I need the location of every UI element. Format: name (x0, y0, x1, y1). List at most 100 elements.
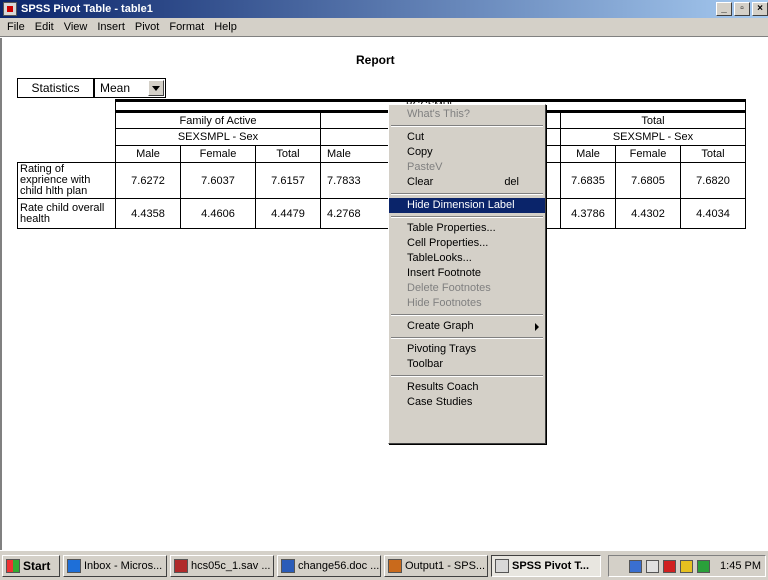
clock: 1:45 PM (720, 560, 761, 572)
network-icon[interactable] (629, 559, 643, 573)
taskbar-item-inbox[interactable]: Inbox - Micros... (63, 554, 167, 577)
table-row: Rating of exprience with child hlth plan… (17, 162, 746, 199)
menu-bar: File Edit View Insert Pivot Format Help (0, 18, 768, 37)
menu-item-create-graph[interactable]: Create Graph (389, 319, 545, 334)
table-cell[interactable]: 7.6157 (255, 162, 321, 199)
taskbar-item-pivot[interactable]: SPSS Pivot T... (491, 554, 601, 577)
col-label[interactable]: Male (560, 145, 616, 163)
table-cell[interactable]: 4.4479 (255, 198, 321, 229)
antivirus-icon[interactable] (663, 559, 677, 573)
cell-text: 7.7833 (327, 174, 361, 187)
spss-output-icon (388, 558, 402, 573)
menu-item-copy[interactable]: Copy (389, 145, 545, 160)
report-title: Report (356, 53, 395, 67)
taskbar-item-doc[interactable]: change56.doc ... (277, 554, 381, 577)
table-cell[interactable]: 7.6820 (680, 162, 746, 199)
word-icon (281, 558, 295, 573)
top-header-row: BGCSMPL (17, 99, 746, 113)
col-label[interactable]: Total (255, 145, 321, 163)
menu-separator (389, 334, 545, 342)
menu-separator (389, 190, 545, 198)
sub-header-row: SEXSMPL - Sex S SEXSMPL - Sex (17, 128, 746, 146)
taskbar-item-label: Output1 - SPS... (405, 559, 486, 572)
title-bar: SPSS Pivot Table - table1 _ ▫ × (0, 0, 768, 18)
maximize-button[interactable]: ▫ (734, 2, 750, 16)
table-cell[interactable]: 4.4034 (680, 198, 746, 229)
volume-icon[interactable] (646, 559, 660, 573)
taskbar-item-sav[interactable]: hcs05c_1.sav ... (170, 554, 274, 577)
windows-logo-icon (6, 558, 20, 573)
outlook-icon (67, 558, 81, 573)
col-label[interactable]: Male (115, 145, 181, 163)
system-tray: 1:45 PM (608, 555, 766, 577)
table-cell[interactable]: 4.3786 (560, 198, 616, 229)
menu-item-hide-footnotes[interactable]: Hide Footnotes (389, 296, 545, 311)
menu-item-whats-this[interactable]: What's This? (389, 107, 545, 122)
group-header-family[interactable]: Family of Active (115, 111, 321, 129)
menu-item-delete-footnotes[interactable]: Delete Footnotes (389, 281, 545, 296)
menu-item-table-properties[interactable]: Table Properties... (389, 221, 545, 236)
start-button[interactable]: Start (2, 554, 60, 577)
layer-value: Mean (100, 81, 131, 95)
menu-help[interactable]: Help (209, 21, 242, 33)
table-cell[interactable]: 4.4358 (115, 198, 181, 229)
menu-format[interactable]: Format (164, 21, 209, 33)
menu-item-insert-footnote[interactable]: Insert Footnote (389, 266, 545, 281)
col-label[interactable]: Total (680, 145, 746, 163)
menu-item-case-studies[interactable]: Case Studies (389, 395, 545, 410)
menu-item-clear[interactable]: Clear del (389, 175, 545, 190)
table-cell[interactable]: 7.6805 (615, 162, 681, 199)
pivot-table: BGCSMPL Family of Active Re Total SEXSMP… (17, 99, 746, 229)
menu-item-cell-properties[interactable]: Cell Properties... (389, 236, 545, 251)
row-label[interactable]: Rating of exprience with child hlth plan (17, 162, 116, 199)
table-cell[interactable]: 4.4606 (180, 198, 256, 229)
clear-label: Clear (407, 176, 434, 188)
clear-shortcut: del (504, 176, 519, 188)
menu-item-pastev[interactable]: PasteV (389, 160, 545, 175)
taskbar-item-label: hcs05c_1.sav ... (191, 559, 271, 572)
menu-item-tablelooks[interactable]: TableLooks... (389, 251, 545, 266)
table-cell[interactable]: 7.6272 (115, 162, 181, 199)
menu-separator (389, 372, 545, 380)
col-label-text: Male (327, 148, 351, 160)
window-controls: _ ▫ × (716, 2, 768, 16)
create-graph-label: Create Graph (407, 320, 474, 332)
layer-label-statistics: Statistics (17, 78, 94, 98)
taskbar-item-label: SPSS Pivot T... (512, 559, 590, 572)
window-title: SPSS Pivot Table - table1 (21, 3, 153, 15)
menu-separator (389, 122, 545, 130)
taskbar-item-output[interactable]: Output1 - SPS... (384, 554, 488, 577)
menu-item-results-coach[interactable]: Results Coach (389, 380, 545, 395)
menu-file[interactable]: File (2, 21, 30, 33)
spss-data-icon (174, 558, 188, 573)
minimize-button[interactable]: _ (716, 2, 732, 16)
spss-app-icon (3, 2, 17, 16)
table-cell[interactable]: 4.4302 (615, 198, 681, 229)
close-button[interactable]: × (752, 2, 768, 16)
submenu-arrow-icon (535, 323, 539, 331)
col-label[interactable]: Female (180, 145, 256, 163)
menu-item-pivoting-trays[interactable]: Pivoting Trays (389, 342, 545, 357)
sub-header-sex-3[interactable]: SEXSMPL - Sex (560, 128, 746, 146)
menu-item-hide-dimension-label[interactable]: Hide Dimension Label (389, 198, 545, 213)
display-icon[interactable] (697, 559, 711, 573)
taskbar-item-label: Inbox - Micros... (84, 559, 163, 572)
tray-app-icon[interactable] (680, 559, 694, 573)
menu-pivot[interactable]: Pivot (130, 21, 164, 33)
column-label-row: Male Female Total Male Male Female Total (17, 145, 746, 163)
context-menu: What's This? Cut Copy PasteV Clear del Hi… (388, 104, 546, 444)
row-label[interactable]: Rate child overall health (17, 198, 116, 229)
menu-item-cut[interactable]: Cut (389, 130, 545, 145)
sub-header-sex-1[interactable]: SEXSMPL - Sex (115, 128, 321, 146)
table-cell[interactable]: 7.6037 (180, 162, 256, 199)
menu-insert[interactable]: Insert (92, 21, 130, 33)
menu-item-toolbar[interactable]: Toolbar (389, 357, 545, 372)
group-header-total[interactable]: Total (560, 111, 746, 129)
menu-separator (389, 311, 545, 319)
group-header-row: Family of Active Re Total (17, 111, 746, 129)
col-label[interactable]: Female (615, 145, 681, 163)
chevron-down-icon[interactable] (148, 80, 164, 96)
table-cell[interactable]: 7.6835 (560, 162, 616, 199)
menu-edit[interactable]: Edit (30, 21, 59, 33)
menu-view[interactable]: View (59, 21, 93, 33)
